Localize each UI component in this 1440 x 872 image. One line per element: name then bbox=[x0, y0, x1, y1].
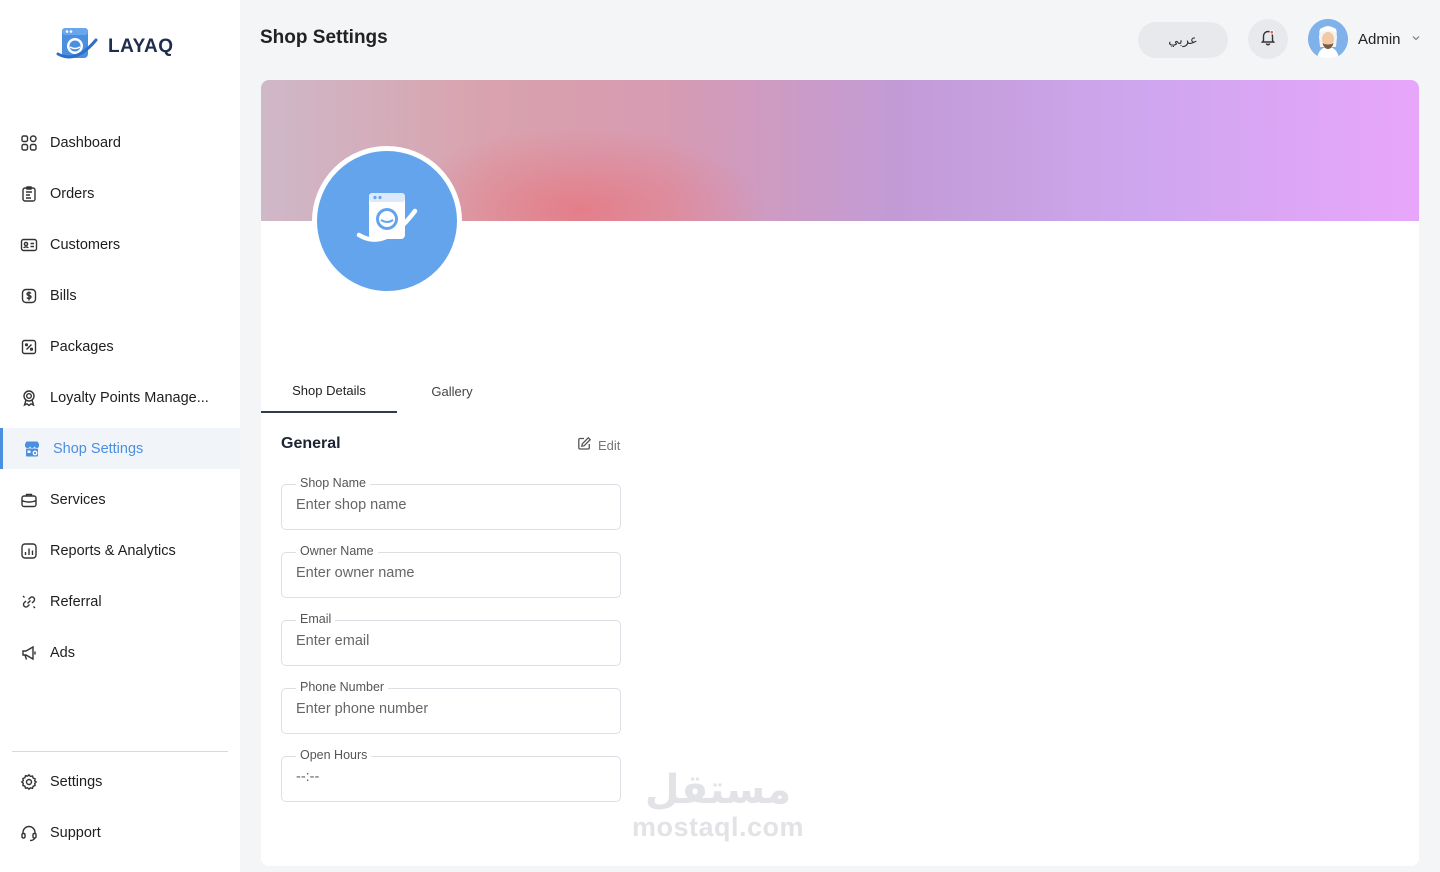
sidebar-item-orders[interactable]: Orders bbox=[0, 173, 240, 214]
chart-icon bbox=[20, 542, 38, 560]
id-card-icon bbox=[20, 236, 38, 254]
sidebar-item-label: Shop Settings bbox=[53, 440, 144, 457]
washing-machine-logo-icon bbox=[56, 26, 98, 67]
briefcase-icon bbox=[20, 491, 38, 509]
sidebar-item-label: Orders bbox=[50, 185, 95, 202]
avatar bbox=[1308, 19, 1348, 59]
sidebar-item-ads[interactable]: Ads bbox=[0, 632, 240, 673]
tab-shop-details[interactable]: Shop Details bbox=[261, 370, 397, 413]
section-title-general: General bbox=[281, 435, 341, 452]
store-icon bbox=[23, 440, 41, 458]
user-name: Admin bbox=[1358, 30, 1401, 48]
sidebar-item-settings[interactable]: Settings bbox=[0, 761, 240, 802]
shop-name-field: Shop Name bbox=[281, 476, 621, 530]
phone-number-input[interactable] bbox=[296, 701, 606, 717]
grid-icon bbox=[20, 134, 38, 152]
sidebar-nav: Dashboard Orders Customers Bills Package… bbox=[0, 122, 240, 683]
notifications-button[interactable] bbox=[1248, 19, 1288, 59]
tab-bar: Shop Details Gallery bbox=[261, 370, 507, 413]
owner-name-field: Owner Name bbox=[281, 544, 621, 598]
user-menu[interactable]: Admin bbox=[1308, 19, 1421, 59]
watermark: مستقل mostaql.com bbox=[632, 768, 804, 842]
sidebar-bottom-nav: Settings Support bbox=[0, 761, 240, 863]
sidebar-item-packages[interactable]: Packages bbox=[0, 326, 240, 367]
bell-icon bbox=[1259, 28, 1277, 51]
shop-avatar[interactable] bbox=[312, 146, 462, 296]
sidebar-item-label: Reports & Analytics bbox=[50, 542, 176, 559]
edit-icon bbox=[577, 436, 592, 454]
award-icon bbox=[20, 389, 38, 407]
washing-machine-icon bbox=[355, 191, 419, 252]
sidebar-item-referral[interactable]: Referral bbox=[0, 581, 240, 622]
open-hours-input[interactable] bbox=[296, 769, 606, 785]
watermark-arabic: مستقل bbox=[644, 767, 792, 813]
sidebar-item-label: Settings bbox=[50, 773, 103, 790]
sidebar-item-bills[interactable]: Bills bbox=[0, 275, 240, 316]
sidebar-item-dashboard[interactable]: Dashboard bbox=[0, 122, 240, 163]
gear-icon bbox=[20, 773, 38, 791]
field-label: Owner Name bbox=[296, 544, 378, 558]
edit-button[interactable]: Edit bbox=[577, 436, 620, 454]
sidebar-item-reports[interactable]: Reports & Analytics bbox=[0, 530, 240, 571]
email-input[interactable] bbox=[296, 633, 606, 649]
watermark-latin: mostaql.com bbox=[632, 812, 805, 842]
field-label: Open Hours bbox=[296, 748, 372, 762]
field-label: Shop Name bbox=[296, 476, 371, 490]
open-hours-field: Open Hours bbox=[281, 748, 621, 802]
sidebar-item-customers[interactable]: Customers bbox=[0, 224, 240, 265]
field-label: Phone Number bbox=[296, 680, 389, 694]
owner-name-input[interactable] bbox=[296, 565, 606, 581]
sidebar-item-label: Support bbox=[50, 824, 101, 841]
page-title: Shop Settings bbox=[260, 27, 388, 48]
sidebar-item-label: Referral bbox=[50, 593, 102, 610]
clipboard-icon bbox=[20, 185, 38, 203]
megaphone-icon bbox=[20, 644, 38, 662]
headset-icon bbox=[20, 824, 38, 842]
sidebar-item-label: Customers bbox=[50, 236, 121, 253]
sidebar-item-shop-settings[interactable]: Shop Settings bbox=[0, 428, 240, 469]
sidebar-item-label: Bills bbox=[50, 287, 77, 304]
app-name: LAYAQ bbox=[108, 35, 174, 57]
sidebar-item-label: Dashboard bbox=[50, 134, 121, 151]
chevron-down-icon bbox=[1411, 30, 1421, 48]
sidebar-item-support[interactable]: Support bbox=[0, 812, 240, 853]
link-icon bbox=[20, 593, 38, 611]
sidebar-item-services[interactable]: Services bbox=[0, 479, 240, 520]
field-label: Email bbox=[296, 612, 336, 626]
sidebar-item-loyalty-points[interactable]: Loyalty Points Manage... bbox=[0, 377, 240, 418]
sidebar-divider bbox=[12, 751, 228, 752]
percent-tag-icon bbox=[20, 338, 38, 356]
sidebar: LAYAQ Dashboard Orders Customers Bills P… bbox=[0, 0, 240, 872]
dollar-icon bbox=[20, 287, 38, 305]
email-field: Email bbox=[281, 612, 621, 666]
sidebar-item-label: Ads bbox=[50, 644, 75, 661]
phone-number-field: Phone Number bbox=[281, 680, 621, 734]
shop-name-input[interactable] bbox=[296, 497, 606, 513]
sidebar-item-label: Loyalty Points Manage... bbox=[50, 389, 209, 406]
tab-gallery[interactable]: Gallery bbox=[397, 370, 507, 413]
shop-settings-card: Shop Details Gallery General Edit Shop N… bbox=[261, 80, 1419, 866]
edit-label: Edit bbox=[598, 437, 621, 453]
language-toggle-button[interactable]: عربي bbox=[1138, 22, 1228, 58]
sidebar-item-label: Services bbox=[50, 491, 106, 508]
sidebar-item-label: Packages bbox=[50, 338, 114, 355]
app-logo[interactable]: LAYAQ bbox=[56, 26, 174, 67]
